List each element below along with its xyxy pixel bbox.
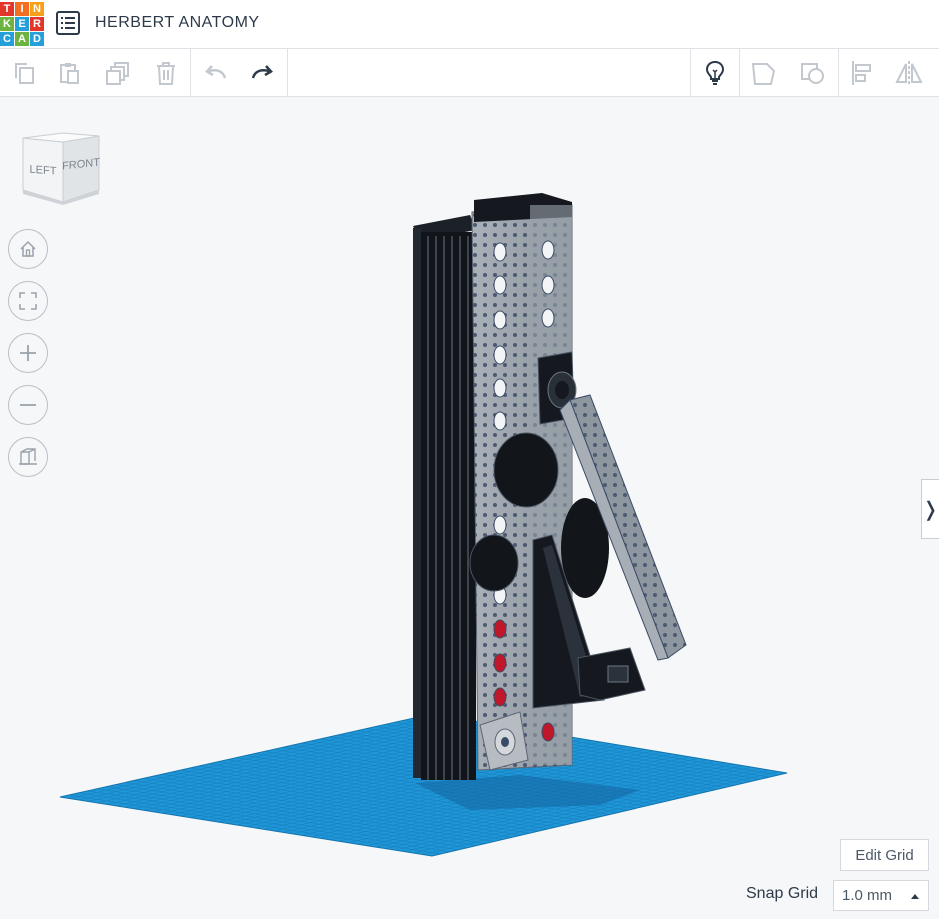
align-icon — [852, 60, 871, 85]
app-header: TIN KER CAD HERBERT ANATOMY — [0, 0, 939, 49]
caret-up-icon — [911, 894, 919, 899]
mirror-icon — [895, 60, 923, 85]
delete-icon — [157, 61, 175, 85]
copy-button[interactable] — [0, 49, 48, 96]
align-button[interactable] — [839, 49, 887, 96]
mirror-button[interactable] — [885, 49, 933, 96]
delete-button[interactable] — [142, 49, 190, 96]
logo-tile: K — [0, 17, 14, 31]
logo-tile: E — [15, 17, 29, 31]
tinkercad-logo[interactable]: TIN KER CAD — [0, 2, 44, 46]
ungroup-button[interactable] — [789, 49, 837, 96]
zoom-out-icon — [20, 404, 36, 406]
redo-icon — [251, 64, 273, 78]
edit-toolbar — [0, 49, 939, 97]
design-list-icon[interactable] — [56, 11, 80, 35]
logo-tile: R — [30, 17, 44, 31]
extrusion-rail — [413, 215, 476, 780]
snap-grid-select[interactable]: 1.0 mm — [833, 880, 929, 911]
fit-all-button[interactable] — [8, 281, 48, 321]
small-block — [577, 647, 646, 701]
home-view-icon — [20, 240, 36, 257]
notes-tool-button[interactable] — [691, 49, 739, 96]
redo-button[interactable] — [238, 49, 286, 96]
logo-tile: A — [15, 32, 29, 46]
group-icon — [751, 62, 776, 85]
group-button[interactable] — [740, 49, 788, 96]
zoom-out-button[interactable] — [8, 385, 48, 425]
logo-tile: T — [0, 2, 14, 16]
workplane-scene[interactable] — [0, 97, 939, 919]
duplicate-button[interactable] — [94, 49, 142, 96]
home-view-button[interactable] — [8, 229, 48, 269]
paste-icon — [60, 62, 79, 84]
design-title[interactable]: HERBERT ANATOMY — [95, 14, 260, 32]
copy-icon — [15, 62, 34, 84]
snap-grid-label: Snap Grid — [746, 885, 819, 902]
lightbulb-icon — [705, 60, 725, 85]
logo-tile: I — [15, 2, 29, 16]
perspective-icon — [19, 448, 37, 465]
paste-button[interactable] — [45, 49, 93, 96]
view-cube-left-label: LEFT — [30, 164, 57, 178]
3d-viewport[interactable]: LEFT FRONT ❭ Edit Grid Snap Grid 1.0 mm — [0, 97, 939, 919]
view-cube[interactable]: LEFT FRONT — [20, 130, 102, 208]
snap-grid-value: 1.0 mm — [842, 887, 893, 904]
duplicate-icon — [106, 61, 129, 85]
undo-button[interactable] — [192, 49, 240, 96]
fit-all-icon — [19, 292, 37, 310]
zoom-in-button[interactable] — [8, 333, 48, 373]
chevron-right-icon: ❭ — [922, 498, 939, 521]
perspective-toggle-button[interactable] — [8, 437, 48, 477]
logo-tile: N — [30, 2, 44, 16]
ungroup-icon — [801, 62, 824, 84]
edit-grid-button[interactable]: Edit Grid — [840, 839, 929, 871]
shapes-panel-toggle[interactable]: ❭ — [921, 479, 939, 539]
undo-icon — [205, 64, 227, 78]
logo-tile: C — [0, 32, 14, 46]
zoom-in-icon — [20, 345, 36, 361]
logo-tile: D — [30, 32, 44, 46]
